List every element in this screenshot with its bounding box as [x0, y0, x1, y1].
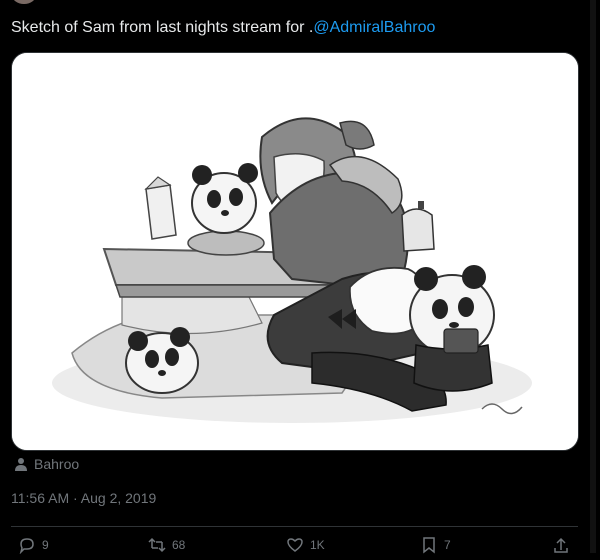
scrollbar[interactable] — [590, 0, 596, 553]
like-button[interactable]: 1K — [286, 536, 325, 554]
tweet-text: Sketch of Sam from last nights stream fo… — [11, 18, 591, 38]
person-icon — [15, 458, 27, 471]
action-bar: 9 68 1K 7 — [18, 536, 574, 560]
retweet-count: 68 — [172, 538, 186, 552]
retweet-button[interactable]: 68 — [148, 536, 185, 554]
mention-link[interactable]: @AdmiralBahroo — [313, 19, 435, 36]
reply-button[interactable]: 9 — [18, 536, 49, 554]
share-button[interactable] — [552, 536, 570, 554]
artist-name[interactable]: Bahroo — [34, 456, 79, 472]
tweet-image[interactable] — [11, 52, 579, 451]
image-credit[interactable]: Bahroo — [14, 454, 79, 474]
retweet-icon — [148, 537, 166, 553]
reply-count: 9 — [42, 538, 49, 552]
sketch-illustration — [12, 53, 578, 450]
reply-icon — [19, 538, 34, 554]
tweet-text-body: Sketch of Sam from last nights stream fo… — [11, 19, 314, 36]
bookmark-icon — [423, 537, 435, 554]
share-icon — [554, 537, 568, 553]
like-count: 1K — [310, 538, 325, 552]
divider — [11, 526, 578, 527]
tweet-timestamp[interactable]: 11:56 AM · Aug 2, 2019 — [11, 490, 156, 506]
heart-icon — [287, 538, 303, 552]
bookmark-count: 7 — [444, 538, 451, 552]
avatar[interactable] — [12, 0, 36, 4]
bookmark-button[interactable]: 7 — [420, 536, 451, 554]
